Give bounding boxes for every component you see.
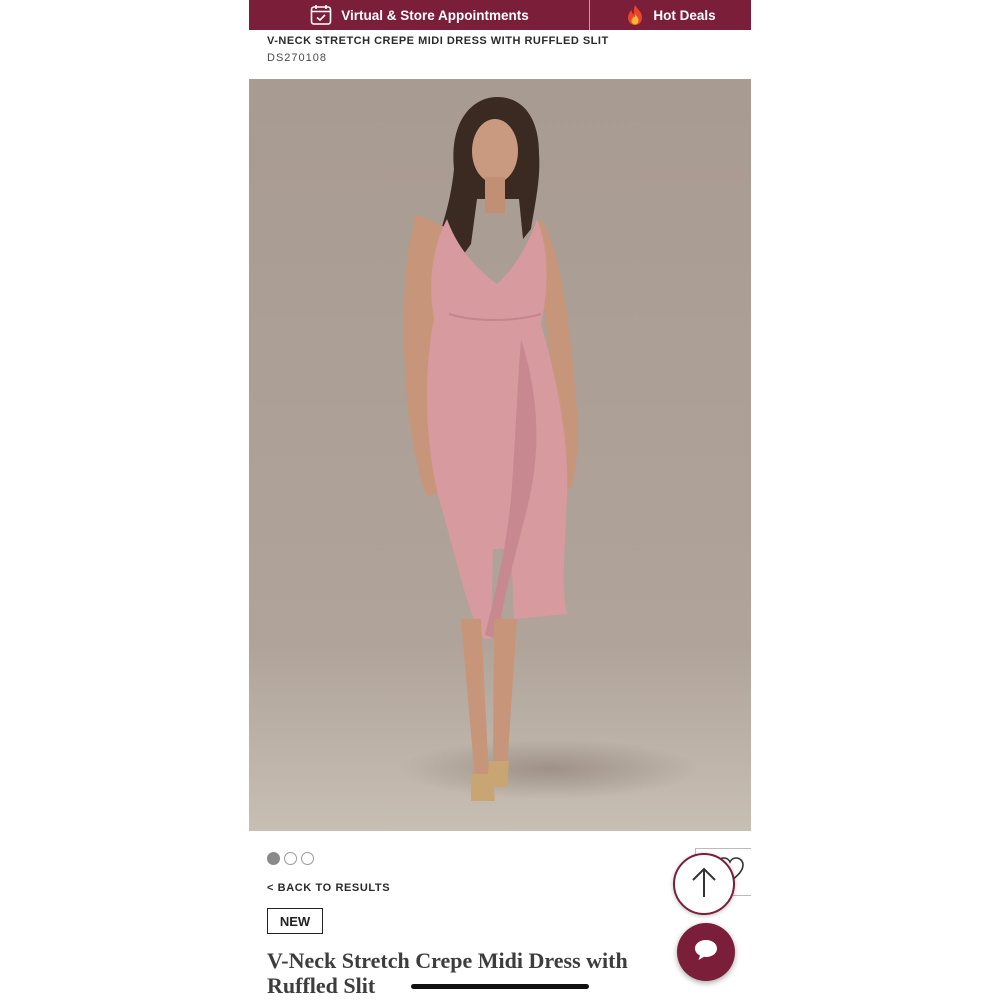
flame-icon bbox=[625, 4, 645, 26]
product-page: Virtual & Store Appointments Hot Deals V… bbox=[249, 0, 751, 1000]
product-image[interactable] bbox=[249, 79, 751, 831]
chat-button[interactable] bbox=[677, 923, 735, 981]
carousel-dot[interactable] bbox=[301, 852, 314, 865]
sku-code: DS270108 bbox=[267, 52, 327, 64]
new-badge: NEW bbox=[267, 908, 323, 934]
hot-deals-label: Hot Deals bbox=[653, 7, 716, 23]
appointments-link[interactable]: Virtual & Store Appointments bbox=[249, 0, 590, 30]
back-to-results-link[interactable]: < BACK TO RESULTS bbox=[267, 882, 390, 894]
product-title: V-Neck Stretch Crepe Midi Dress with Ruf… bbox=[267, 948, 628, 998]
carousel-dot[interactable] bbox=[267, 852, 280, 865]
sku-title: V-NECK STRETCH CREPE MIDI DRESS WITH RUF… bbox=[267, 35, 609, 47]
carousel-dots bbox=[267, 852, 314, 865]
promo-bar: Virtual & Store Appointments Hot Deals bbox=[249, 0, 751, 30]
arrow-up-icon bbox=[689, 865, 719, 904]
home-indicator bbox=[411, 984, 589, 989]
chat-bubble-icon bbox=[693, 938, 719, 967]
calendar-check-icon bbox=[309, 3, 333, 27]
scroll-to-top-button[interactable] bbox=[673, 853, 735, 915]
carousel-dot[interactable] bbox=[284, 852, 297, 865]
appointments-label: Virtual & Store Appointments bbox=[341, 7, 529, 23]
hot-deals-link[interactable]: Hot Deals bbox=[590, 0, 751, 30]
